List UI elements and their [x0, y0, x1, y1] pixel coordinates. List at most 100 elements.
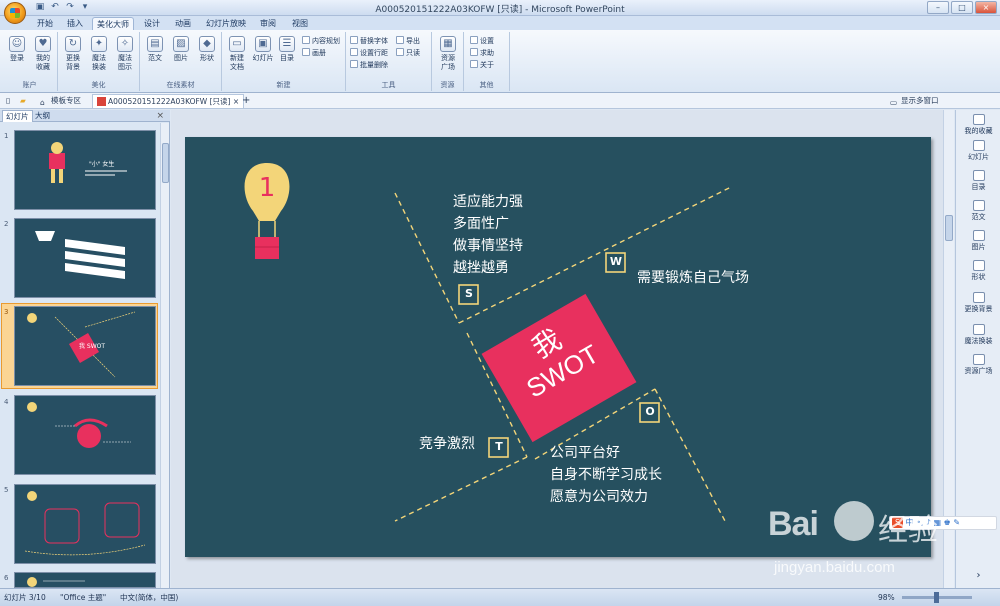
slide-number: 2: [4, 220, 9, 228]
favorites-icon: ♥: [35, 36, 51, 52]
office-button[interactable]: [4, 2, 26, 24]
close-button[interactable]: ×: [975, 1, 997, 14]
export-button[interactable]: 导出: [396, 36, 420, 46]
document-icon: [972, 200, 985, 211]
shapes-icon: ◆: [199, 36, 215, 52]
help-icon: [470, 48, 478, 56]
folder-icon[interactable]: ▰: [20, 94, 26, 108]
grid-icon: [972, 354, 985, 365]
status-zoom[interactable]: 98%: [878, 589, 895, 606]
tab-view[interactable]: 视图: [288, 17, 312, 30]
tab-home[interactable]: 开始: [32, 17, 58, 30]
slides-panel-scrollbar[interactable]: [160, 123, 169, 588]
slide-thumbnail-5[interactable]: [14, 484, 156, 564]
sample-docs-button[interactable]: ▤ 范文: [142, 36, 168, 63]
magic-diagram-button[interactable]: ✧ 魔法 图示: [112, 36, 138, 72]
window-controls: – □ ×: [927, 1, 997, 14]
tab-slideshow[interactable]: 幻灯片放映: [204, 17, 248, 30]
document-icon: ▤: [147, 36, 163, 52]
new-slide-button[interactable]: ▣ 幻灯片: [250, 36, 276, 63]
minimize-button[interactable]: –: [927, 1, 949, 14]
slide-number: 4: [4, 398, 9, 406]
tab-design[interactable]: 设计: [140, 17, 164, 30]
slide-thumbnail-3[interactable]: 我 SWOT: [14, 306, 156, 386]
group-online-assets: ▤ 范文 ▨ 图片 ◆ 形状 在线素材: [140, 32, 222, 91]
group-account: ☺ 登录 ♥ 我的 收藏 账户: [2, 32, 58, 91]
side-slides[interactable]: 幻灯片: [956, 140, 1000, 162]
scrollbar-thumb[interactable]: [162, 143, 169, 183]
doctab-active-document[interactable]: A000520151222A03KOFW [只读] ×: [92, 94, 245, 108]
document-tab-bar: ▯ ▰ ⌂ 模板专区 A000520151222A03KOFW [只读] × + …: [0, 93, 1000, 109]
user-icon: ☺: [9, 36, 25, 52]
info-icon: [470, 60, 478, 68]
side-magic-outfit[interactable]: 魔法换装: [956, 324, 1000, 346]
line-spacing-button[interactable]: 设置行距: [350, 48, 388, 58]
resource-square-button[interactable]: ▦ 资源 广场: [435, 36, 461, 72]
paw-icon: [834, 501, 874, 541]
watermark-url: jingyan.baidu.com: [774, 559, 895, 576]
slide-thumbnail-6[interactable]: [14, 572, 156, 588]
tab-beautify[interactable]: 美化大师: [92, 17, 134, 30]
new-document-button[interactable]: ▭ 新建 文档: [224, 36, 250, 72]
slide-number: 5: [4, 486, 9, 494]
zoom-slider-thumb[interactable]: [934, 592, 939, 603]
title-bar: ▣ ↶ ↷ ▾ A000520151222A03KOFW [只读] - Micr…: [0, 0, 1000, 16]
picture-icon: [972, 230, 985, 241]
magic-wand-icon: ✦: [91, 36, 107, 52]
readonly-button[interactable]: 只读: [396, 48, 420, 58]
list-icon: ☰: [279, 36, 295, 52]
editor-scrollbar-thumb[interactable]: [945, 215, 953, 241]
tab-slides[interactable]: 幻灯片: [2, 110, 33, 122]
slide-thumbnail-1[interactable]: "小" 女生: [14, 130, 156, 210]
window-title: A000520151222A03KOFW [只读] - Microsoft Po…: [375, 5, 625, 15]
group-resources: ▦ 资源 广场 资源: [432, 32, 464, 91]
content-plan-icon: [302, 36, 310, 44]
toc-button[interactable]: ☰ 目录: [274, 36, 300, 63]
shapes-button[interactable]: ◆ 形状: [194, 36, 220, 63]
picture-icon: ▨: [173, 36, 189, 52]
group-new: ▭ 新建 文档 ▣ 幻灯片 ☰ 目录 内容规划 画册 新建: [222, 32, 346, 91]
slide-number: 3: [4, 308, 9, 316]
tab-insert[interactable]: 插入: [62, 17, 88, 30]
side-pictures[interactable]: 图片: [956, 230, 1000, 252]
batch-delete-button[interactable]: 批量删除: [350, 60, 388, 70]
doctab-close-icon[interactable]: ×: [233, 97, 239, 106]
swot-letter-t: T: [495, 440, 503, 453]
content-plan-button[interactable]: 内容规划: [302, 36, 340, 46]
slide-3-label: 我 SWOT: [79, 343, 106, 350]
tab-outline[interactable]: 大纲: [32, 110, 53, 122]
side-resource-square[interactable]: 资源广场: [956, 354, 1000, 376]
slide-1-title: "小" 女生: [89, 161, 115, 168]
panel-close-icon[interactable]: ×: [156, 110, 164, 122]
login-button[interactable]: ☺ 登录: [4, 36, 30, 63]
doctab-templates[interactable]: ⌂ 模板专区: [40, 94, 81, 108]
album-button[interactable]: 画册: [302, 48, 326, 58]
new-file-icon[interactable]: ▯: [6, 94, 10, 108]
replace-font-button[interactable]: 替换字体: [350, 36, 388, 46]
side-sample-docs[interactable]: 范文: [956, 200, 1000, 222]
pictures-button[interactable]: ▨ 图片: [168, 36, 194, 63]
side-change-background[interactable]: 更换背景: [956, 292, 1000, 314]
help-button[interactable]: 求助: [470, 48, 494, 58]
about-button[interactable]: 关于: [470, 60, 494, 70]
side-favorites[interactable]: 我的收藏: [956, 114, 1000, 136]
list-icon: [972, 170, 985, 181]
slide-thumbnail-4[interactable]: [14, 395, 156, 475]
delete-icon: [350, 60, 358, 68]
tab-review[interactable]: 审阅: [256, 17, 280, 30]
slide-thumbnail-2[interactable]: [14, 218, 156, 298]
favorites-icon: [972, 114, 985, 125]
multi-window-button[interactable]: ▭ 显示多窗口: [890, 94, 939, 108]
status-language[interactable]: 中文(简体，中国): [120, 589, 178, 606]
settings-button[interactable]: 设置: [470, 36, 494, 46]
change-background-button[interactable]: ↻ 更换 背景: [60, 36, 86, 72]
slide-number: 6: [4, 574, 9, 582]
current-slide[interactable]: 1 我 SWOT S 适应能力强 多面性广 做事情坚持 越挫越勇 W 需要锻炼自…: [185, 137, 931, 557]
side-shapes[interactable]: 形状: [956, 260, 1000, 282]
maximize-button[interactable]: □: [951, 1, 973, 14]
favorites-button[interactable]: ♥ 我的 收藏: [30, 36, 56, 72]
tab-animation[interactable]: 动画: [170, 17, 196, 30]
magic-outfit-button[interactable]: ✦ 魔法 换装: [86, 36, 112, 72]
side-toc[interactable]: 目录: [956, 170, 1000, 192]
add-tab-button[interactable]: +: [242, 94, 250, 108]
